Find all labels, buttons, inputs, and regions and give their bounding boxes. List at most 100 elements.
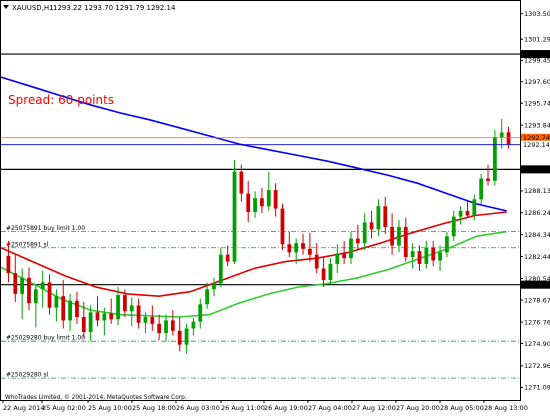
price-tick-label: 1288.13: [524, 187, 550, 195]
bear-candle: [136, 305, 141, 323]
order-label: #25029280 sl: [6, 372, 49, 379]
bear-candle: [280, 208, 285, 245]
bear-candle: [260, 198, 264, 207]
copyright-text: WhoTrades Limited, © 2001-2014, MetaQuot…: [5, 394, 187, 401]
bull-candle: [40, 282, 45, 290]
bull-candle: [205, 289, 209, 305]
bear-candle: [75, 300, 79, 317]
price-tick-label: 1284.34: [524, 231, 550, 239]
price-tick-label: 1301.29: [524, 35, 550, 43]
bull-candle: [198, 304, 203, 322]
bear-candle: [287, 244, 292, 253]
order-label: #25075891 buy limit 1.00: [6, 225, 85, 232]
bull-candle: [451, 216, 456, 237]
time-tick-label: 25 Aug 02:00: [42, 404, 86, 412]
chart-header: XAUUSD,H1 1293.22 1293.70 1291.79 1292.1…: [3, 4, 176, 12]
bear-candle: [273, 190, 278, 209]
price-tick-label: 1278.67: [524, 296, 550, 304]
bull-candle: [376, 206, 381, 230]
bear-candle: [403, 227, 408, 258]
bear-candle: [61, 296, 66, 321]
bear-candle: [369, 222, 374, 230]
bear-candle: [486, 178, 490, 181]
bear-candle: [27, 277, 31, 304]
bear-candle: [6, 255, 11, 274]
time-tick-label: 25 Aug 10:00: [88, 404, 132, 412]
bull-candle: [68, 300, 72, 321]
bear-candle: [321, 268, 326, 281]
bear-candle: [170, 320, 175, 331]
bull-candle: [479, 178, 484, 200]
price-tick-label: 1303.50: [524, 10, 550, 18]
bear-candle: [465, 210, 470, 216]
price-tick-label: 1272.96: [524, 362, 550, 370]
bear-candle: [308, 248, 312, 255]
bear-candle: [239, 171, 244, 194]
price-tick-label: 1297.60: [524, 78, 550, 86]
bull-candle: [102, 313, 107, 321]
spread-label: Spread: 60 points: [8, 93, 114, 107]
time-tick-label: 28 Aug 05:00: [440, 404, 484, 412]
price-tag-label-level_1290: 1290.00: [523, 166, 550, 174]
bull-candle: [492, 137, 497, 181]
time-tick-label: 25 Aug 18:00: [132, 404, 176, 412]
bear-candle: [355, 238, 360, 244]
bull-candle: [218, 254, 223, 284]
bull-candle: [472, 199, 477, 216]
bull-candle: [232, 171, 237, 262]
bear-candle: [417, 251, 422, 264]
price-tag-label-level_1300: 1300.00: [523, 50, 550, 58]
bull-candle: [349, 238, 353, 259]
bull-candle: [116, 295, 120, 320]
bull-candle: [438, 252, 442, 261]
bull-candle: [191, 321, 196, 329]
bull-candle: [499, 132, 504, 138]
bull-candle: [294, 243, 299, 253]
bear-candle: [81, 316, 86, 332]
bear-candle: [177, 330, 182, 345]
time-tick-label: 28 Aug 13:00: [484, 404, 528, 412]
bear-candle: [431, 247, 436, 261]
bear-candle: [157, 323, 162, 334]
bull-candle: [212, 283, 216, 290]
bear-candle: [150, 316, 155, 324]
bear-candle: [390, 227, 394, 246]
bear-candle: [47, 282, 52, 308]
bull-candle: [397, 227, 401, 246]
price-tick-label: 1282.44: [524, 253, 550, 261]
price-chart[interactable]: #25075891 buy limit 1.00 #25075891 sl #250…: [0, 0, 550, 413]
price-tick-label: 1293.84: [524, 121, 550, 129]
bull-candle: [88, 312, 93, 332]
bull-candle: [458, 210, 463, 217]
bear-candle: [13, 273, 18, 294]
time-tick-label: 27 Aug 20:00: [396, 404, 440, 412]
order-label: #25075891 sl: [6, 241, 49, 248]
ohlc-values: 1293.22 1293.70 1291.79 1292.14: [53, 4, 176, 12]
bull-candle: [362, 222, 367, 244]
bear-candle: [506, 132, 511, 145]
bear-candle: [109, 313, 114, 320]
bull-candle: [328, 263, 333, 281]
time-tick-label: 26 Aug 19:00: [264, 404, 308, 412]
price-tick-label: 1274.90: [524, 340, 550, 348]
price-tick-label: 1286.24: [524, 209, 550, 217]
bull-candle: [253, 198, 257, 213]
bear-candle: [95, 312, 100, 321]
bear-candle: [314, 254, 319, 269]
order-label: #25029280 buy limit 1.00: [6, 335, 85, 342]
symbol-timeframe: XAUUSD,H1: [12, 4, 54, 12]
bear-candle: [301, 243, 305, 249]
bull-candle: [164, 320, 168, 334]
price-tag-label-level_1280: 1280.00: [523, 281, 550, 289]
bull-candle: [410, 251, 415, 258]
time-tick-label: 22 Aug 2014: [3, 404, 45, 412]
time-tick-label: 26 Aug 11:00: [221, 404, 265, 412]
bull-candle: [424, 247, 429, 264]
price-tick-label: 1271.09: [524, 384, 550, 392]
bull-candle: [143, 316, 148, 323]
time-tick-label: 27 Aug 04:00: [308, 404, 352, 412]
bull-candle: [335, 253, 340, 264]
chart-canvas[interactable]: #25075891 buy limit 1.00 #25075891 sl #250…: [0, 0, 550, 413]
bull-candle: [129, 305, 134, 312]
bear-candle: [383, 206, 388, 228]
